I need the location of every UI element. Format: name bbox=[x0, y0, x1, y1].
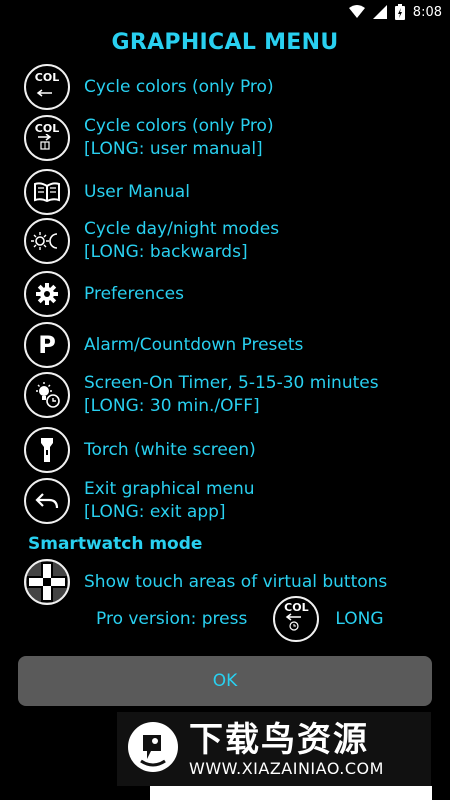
menu-item-sublabel: [LONG: 30 min./OFF] bbox=[84, 396, 260, 416]
col-manual-icon: COL bbox=[24, 115, 70, 161]
wifi-icon bbox=[348, 5, 365, 19]
menu-item-exit-menu[interactable]: Exit graphical menu [LONG: exit app] bbox=[24, 478, 434, 524]
long-text: LONG bbox=[335, 609, 384, 629]
menu-item-label: Cycle colors (only Pro) bbox=[84, 116, 274, 136]
pro-version-hint: Pro version: press COL LONG bbox=[96, 596, 384, 642]
ok-button[interactable]: OK bbox=[18, 656, 432, 706]
signal-icon bbox=[372, 5, 387, 19]
menu-item-user-manual[interactable]: User Manual bbox=[24, 169, 434, 215]
screen-timer-icon bbox=[24, 372, 70, 418]
bottom-strip bbox=[150, 786, 432, 800]
watermark-url: WWW.XIAZAINIAO.COM bbox=[189, 758, 384, 778]
watermark: 下载鸟资源 WWW.XIAZAINIAO.COM bbox=[117, 712, 431, 786]
pro-version-text: Pro version: press bbox=[96, 609, 248, 629]
status-time: 8:08 bbox=[412, 4, 442, 20]
menu-item-day-night[interactable]: Cycle day/night modes [LONG: backwards] bbox=[24, 218, 434, 264]
menu-item-label: Exit graphical menu bbox=[84, 479, 255, 499]
menu-item-label: Screen-On Timer, 5-15-30 minutes bbox=[84, 373, 379, 393]
book-icon bbox=[24, 169, 70, 215]
battery-icon bbox=[394, 4, 405, 20]
col-long-press-icon[interactable]: COL bbox=[273, 596, 320, 642]
col-cycle-icon: COL bbox=[24, 64, 70, 110]
menu-item-label: User Manual bbox=[84, 181, 190, 202]
dpad-icon bbox=[24, 559, 70, 605]
status-bar: 8:08 bbox=[0, 0, 450, 24]
presets-icon: P bbox=[24, 322, 70, 368]
page-title: GRAPHICAL MENU bbox=[111, 30, 339, 55]
menu-item-presets[interactable]: P Alarm/Countdown Presets bbox=[24, 322, 434, 368]
menu-item-preferences[interactable]: Preferences bbox=[24, 271, 434, 317]
watermark-cn-text: 下载鸟资源 bbox=[189, 719, 369, 760]
menu-item-cycle-colors-manual[interactable]: COL Cycle colors (only Pro) [LONG: user … bbox=[24, 115, 434, 161]
menu-item-label: Show touch areas of virtual buttons bbox=[84, 571, 388, 592]
menu-item-sublabel: [LONG: exit app] bbox=[84, 502, 226, 522]
menu-item-sublabel: [LONG: backwards] bbox=[84, 242, 248, 262]
menu-item-label: Cycle colors (only Pro) bbox=[84, 76, 274, 97]
torch-icon bbox=[24, 427, 70, 473]
bird-logo-icon bbox=[127, 721, 179, 777]
menu-item-sublabel: [LONG: user manual] bbox=[84, 139, 263, 159]
menu-item-torch[interactable]: Torch (white screen) bbox=[24, 427, 434, 473]
back-arrow-icon bbox=[24, 478, 70, 524]
menu-item-label: Alarm/Countdown Presets bbox=[84, 334, 304, 355]
menu-item-screen-timer[interactable]: Screen-On Timer, 5-15-30 minutes [LONG: … bbox=[24, 372, 434, 418]
gear-icon bbox=[24, 271, 70, 317]
menu-item-label: Torch (white screen) bbox=[84, 439, 256, 460]
menu-item-cycle-colors[interactable]: COL Cycle colors (only Pro) bbox=[24, 64, 434, 110]
menu-item-label: Cycle day/night modes bbox=[84, 219, 280, 239]
day-night-icon bbox=[24, 218, 70, 264]
smartwatch-section-title: Smartwatch mode bbox=[28, 534, 203, 554]
menu-item-label: Preferences bbox=[84, 283, 184, 304]
